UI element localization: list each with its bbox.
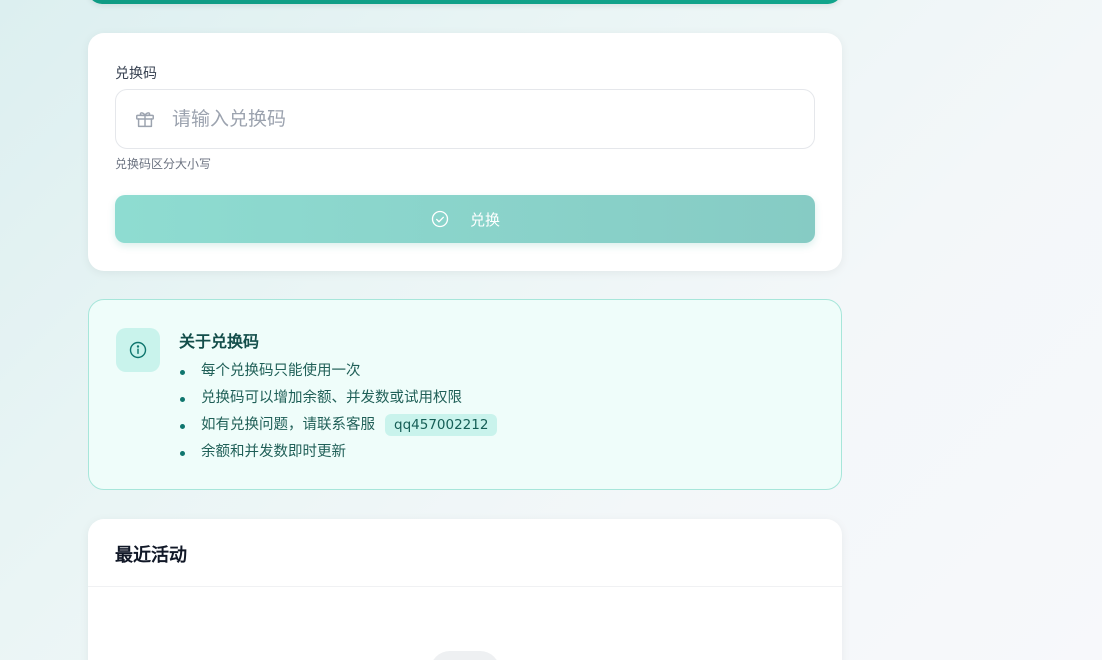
recent-activity-title: 最近活动 xyxy=(115,545,187,566)
redeem-code-label: 兑换码 xyxy=(115,66,157,82)
list-item-text: 如有兑换问题，请联系客服 xyxy=(201,417,375,433)
check-circle-icon xyxy=(430,209,450,229)
list-item: 余额和并发数即时更新 xyxy=(179,439,497,466)
gift-icon xyxy=(134,108,156,130)
list-item: 如有兑换问题，请联系客服 qq457002212 xyxy=(179,412,498,439)
redeem-code-input[interactable] xyxy=(170,107,774,131)
empty-state-icon xyxy=(430,651,500,660)
redeem-card: 兑换码 兑换码区分大小写 兑换 xyxy=(88,33,842,271)
about-list: 每个兑换码只能使用一次 兑换码可以增加余额、并发数或试用权限 如有兑换问题，请联… xyxy=(179,358,498,466)
about-title: 关于兑换码 xyxy=(179,332,260,351)
list-item: 每个兑换码只能使用一次 xyxy=(179,358,497,385)
redeem-code-field[interactable] xyxy=(115,89,815,149)
top-banner-edge xyxy=(88,0,842,4)
divider xyxy=(88,586,842,587)
redeem-button[interactable]: 兑换 xyxy=(115,195,815,243)
case-sensitive-hint: 兑换码区分大小写 xyxy=(115,157,212,171)
about-redeem-card: 关于兑换码 每个兑换码只能使用一次 兑换码可以增加余额、并发数或试用权限 如有兑… xyxy=(88,299,842,490)
list-item: 兑换码可以增加余额、并发数或试用权限 xyxy=(179,385,497,412)
info-icon xyxy=(116,328,160,372)
recent-activity-card: 最近活动 xyxy=(88,519,842,660)
contact-badge: qq457002212 xyxy=(385,414,498,436)
redeem-button-label: 兑换 xyxy=(469,210,500,229)
